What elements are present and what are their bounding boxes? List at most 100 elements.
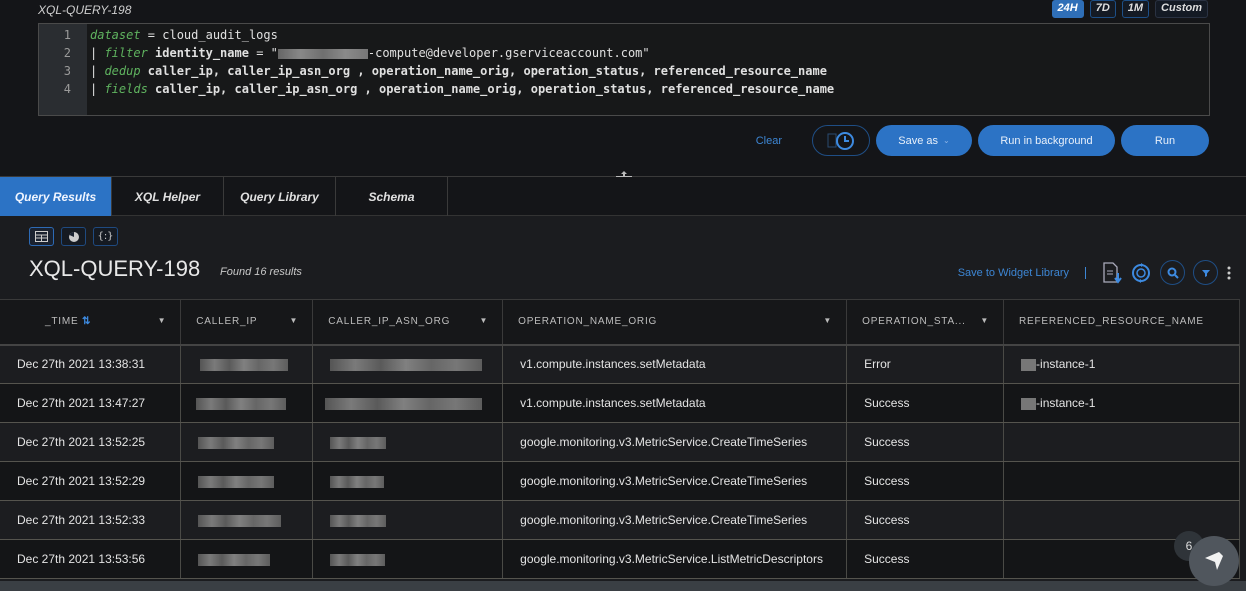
range-custom-button[interactable]: Custom — [1155, 0, 1208, 18]
table-icon — [35, 231, 48, 242]
column-header-operation-status[interactable]: OPERATION_STA... ▼ — [846, 299, 1005, 346]
filter-button[interactable] — [1193, 260, 1218, 285]
cell-time: Dec 27th 2021 13:47:27 — [0, 383, 182, 423]
results-title: XQL-QUERY-198 — [29, 256, 201, 281]
cell-asn-org — [312, 539, 504, 579]
filter-icon[interactable]: ▼ — [158, 316, 167, 325]
results-table: _TIME ⇅ ▼ CALLER_IP ▼ CALLER_IP_ASN_ORG ▼ O… — [0, 299, 1240, 579]
cell-status: Success — [846, 422, 1005, 462]
line-number: 3 — [63, 64, 71, 78]
cell-caller-ip — [180, 344, 314, 384]
refresh-icon[interactable] — [1130, 262, 1152, 284]
tab-schema[interactable]: Schema — [336, 177, 448, 216]
results-count: Found 16 results — [220, 266, 302, 278]
cell-caller-ip — [180, 500, 314, 540]
redacted-value — [198, 514, 282, 527]
redacted-value — [330, 514, 387, 527]
code-editor[interactable]: 1 2 3 4 dataset = cloud_audit_logs | fil… — [38, 23, 1210, 116]
json-view-button[interactable]: {:} — [93, 227, 118, 246]
results-toolbar: Save to Widget Library — [958, 260, 1232, 285]
toolbar-separator — [1085, 266, 1086, 279]
filter-icon — [1201, 269, 1210, 277]
query-title: XQL-QUERY-198 — [38, 3, 132, 17]
run-in-background-button[interactable]: Run in background — [978, 125, 1115, 156]
save-to-widget-library-link[interactable]: Save to Widget Library — [958, 267, 1069, 279]
line-numbers: 1 2 3 4 — [39, 24, 87, 115]
cell-caller-ip — [180, 383, 314, 423]
table-row[interactable]: Dec 27th 2021 13:53:56 google.monitoring… — [0, 539, 1240, 579]
cell-resource — [1003, 500, 1240, 540]
cell-time: Dec 27th 2021 13:38:31 — [0, 344, 182, 384]
export-file-icon[interactable] — [1102, 261, 1122, 284]
cell-caller-ip — [180, 539, 314, 579]
column-header-caller-ip[interactable]: CALLER_IP ▼ — [180, 299, 314, 346]
range-7d-button[interactable]: 7D — [1089, 0, 1116, 18]
flag-icon — [1205, 552, 1223, 570]
cell-status: Success — [846, 500, 1005, 540]
cell-time: Dec 27th 2021 13:52:29 — [0, 461, 182, 501]
table-row[interactable]: Dec 27th 2021 13:52:33 google.monitoring… — [0, 500, 1240, 540]
range-1m-button[interactable]: 1M — [1121, 0, 1150, 18]
cell-time: Dec 27th 2021 13:52:25 — [0, 422, 182, 462]
code-content[interactable]: dataset = cloud_audit_logs | filter iden… — [87, 24, 834, 115]
horizontal-scrollbar[interactable] — [0, 581, 1246, 591]
table-row[interactable]: Dec 27th 2021 13:47:27 v1.compute.instan… — [0, 383, 1240, 423]
table-view-button[interactable] — [29, 227, 54, 246]
redacted-value — [325, 397, 483, 410]
line-number: 4 — [63, 82, 71, 96]
table-row[interactable]: Dec 27th 2021 13:52:25 google.monitoring… — [0, 422, 1240, 462]
redacted-text — [277, 48, 368, 59]
redacted-value — [196, 397, 287, 410]
cell-time: Dec 27th 2021 13:52:33 — [0, 500, 182, 540]
cell-resource — [1003, 422, 1240, 462]
redacted-value — [330, 553, 386, 566]
more-options-icon[interactable] — [1226, 265, 1232, 281]
column-header-caller-ip-asn-org[interactable]: CALLER_IP_ASN_ORG ▼ — [312, 299, 504, 346]
table-row[interactable]: Dec 27th 2021 13:52:29 google.monitoring… — [0, 461, 1240, 501]
query-editor-section: XQL-QUERY-198 24H 7D 1M Custom 1 2 3 4 d… — [0, 0, 1246, 177]
cell-asn-org — [312, 383, 504, 423]
clear-button[interactable]: Clear — [756, 135, 782, 147]
chart-view-button[interactable] — [61, 227, 86, 246]
sort-icon[interactable]: ⇅ — [82, 316, 91, 327]
column-header-time[interactable]: _TIME ⇅ ▼ — [0, 299, 182, 346]
cell-time: Dec 27th 2021 13:53:56 — [0, 539, 182, 579]
query-history-button[interactable] — [812, 125, 870, 156]
assistant-fab-button[interactable] — [1189, 536, 1239, 586]
query-actions: Clear Save as ⌄ Run in background Run — [756, 125, 1209, 156]
redacted-value — [1021, 359, 1037, 372]
cell-resource: -instance-1 — [1003, 344, 1240, 384]
column-header-operation-name-orig[interactable]: OPERATION_NAME_ORIG ▼ — [502, 299, 848, 346]
filter-icon[interactable]: ▼ — [823, 316, 832, 325]
code-line-4: | fields caller_ip, caller_ip_asn_org , … — [90, 82, 835, 96]
cell-status: Success — [846, 461, 1005, 501]
table-header-row: _TIME ⇅ ▼ CALLER_IP ▼ CALLER_IP_ASN_ORG ▼ O… — [0, 299, 1240, 346]
run-button[interactable]: Run — [1121, 125, 1209, 156]
column-header-referenced-resource-name[interactable]: REFERENCED_RESOURCE_NAME — [1003, 299, 1240, 346]
filter-icon[interactable]: ▼ — [980, 316, 989, 325]
redacted-value — [1021, 397, 1037, 410]
line-number: 2 — [63, 46, 71, 60]
search-button[interactable] — [1160, 260, 1185, 285]
result-tabs: Query Results XQL Helper Query Library S… — [0, 177, 1246, 216]
cell-status: Error — [846, 344, 1005, 384]
redacted-value — [198, 553, 271, 566]
time-range-selector: 24H 7D 1M Custom — [1051, 0, 1208, 18]
cell-operation: google.monitoring.v3.MetricService.Creat… — [502, 422, 848, 462]
tab-xql-helper[interactable]: XQL Helper — [112, 177, 224, 216]
redacted-value — [330, 436, 387, 449]
table-row[interactable]: Dec 27th 2021 13:38:31 v1.compute.instan… — [0, 344, 1240, 384]
tab-query-results[interactable]: Query Results — [0, 177, 112, 216]
code-line-2: | filter identity_name = " -compute@devel… — [90, 46, 650, 60]
cell-resource — [1003, 461, 1240, 501]
save-as-button[interactable]: Save as ⌄ — [876, 125, 972, 156]
cell-operation: google.monitoring.v3.MetricService.ListM… — [502, 539, 848, 579]
search-icon — [1167, 267, 1179, 279]
filter-icon[interactable]: ▼ — [479, 316, 488, 325]
filter-icon[interactable]: ▼ — [290, 316, 299, 325]
cell-operation: v1.compute.instances.setMetadata — [502, 344, 848, 384]
cell-asn-org — [312, 461, 504, 501]
chevron-down-icon: ⌄ — [943, 136, 950, 145]
tab-query-library[interactable]: Query Library — [224, 177, 336, 216]
range-24h-button[interactable]: 24H — [1051, 0, 1084, 18]
